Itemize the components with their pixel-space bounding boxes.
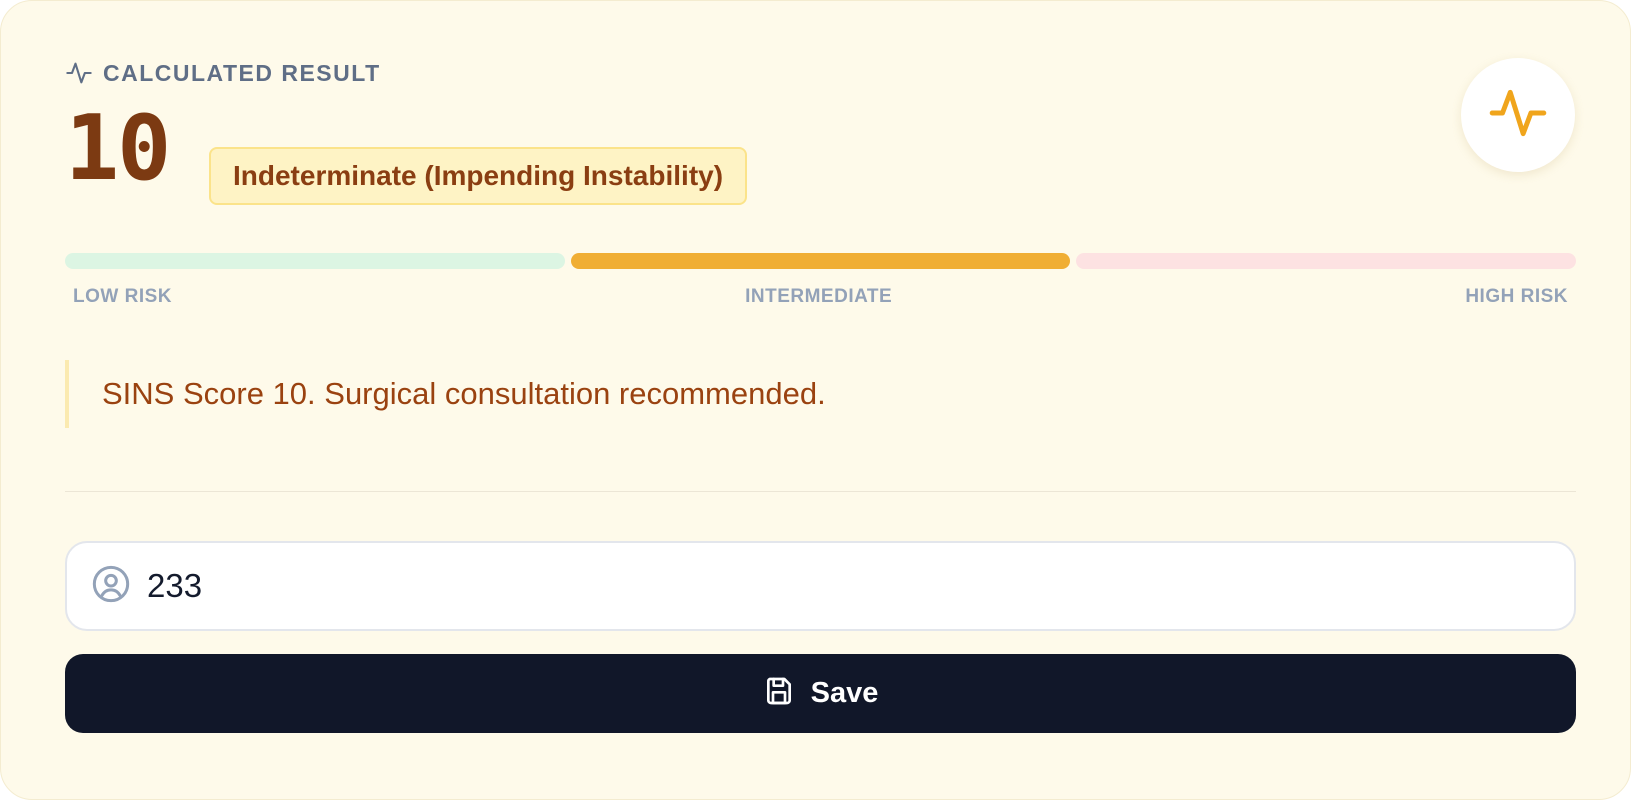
risk-scale-labels: LOW RISK INTERMEDIATE HIGH RISK bbox=[65, 286, 1576, 310]
save-icon bbox=[763, 675, 795, 712]
risk-label-high: HIGH RISK bbox=[1465, 286, 1568, 307]
result-card: CALCULATED RESULT 10 Indeterminate (Impe… bbox=[0, 0, 1631, 800]
risk-segment-high bbox=[1076, 253, 1577, 269]
risk-segment-low bbox=[65, 253, 565, 269]
result-header-label: CALCULATED RESULT bbox=[103, 59, 381, 86]
save-button[interactable]: Save bbox=[65, 654, 1576, 733]
pulse-badge bbox=[1461, 58, 1575, 172]
divider bbox=[65, 491, 1576, 492]
risk-label-intermediate: INTERMEDIATE bbox=[745, 286, 893, 307]
risk-label-low: LOW RISK bbox=[73, 286, 172, 307]
risk-segment-intermediate bbox=[570, 253, 1071, 269]
category-badge: Indeterminate (Impending Instability) bbox=[209, 147, 748, 205]
risk-scale-bar bbox=[65, 253, 1577, 269]
result-header: CALCULATED RESULT bbox=[65, 57, 381, 89]
user-circle-icon bbox=[91, 564, 131, 609]
patient-id-value[interactable]: 233 bbox=[147, 567, 202, 605]
activity-icon bbox=[1487, 82, 1549, 149]
score-value: 10 bbox=[65, 96, 171, 201]
interpretation-text: SINS Score 10. Surgical consultation rec… bbox=[65, 360, 1576, 428]
save-button-label: Save bbox=[810, 677, 879, 709]
activity-icon bbox=[65, 59, 93, 87]
patient-id-field[interactable]: 233 bbox=[65, 541, 1576, 631]
